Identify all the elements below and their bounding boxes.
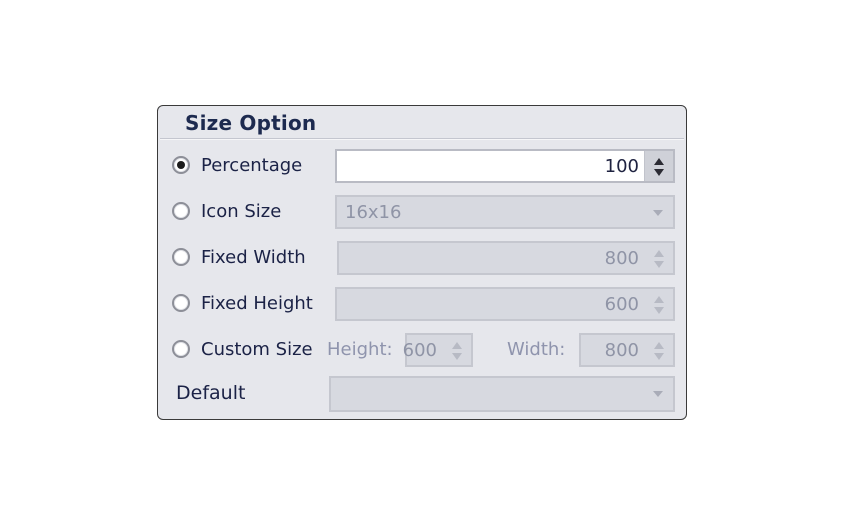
custom-height-spinner[interactable]: 600 [402, 333, 473, 367]
spin-down-icon[interactable] [452, 353, 462, 360]
default-label: Default [176, 382, 246, 404]
fixed-width-spinner[interactable]: 800 [337, 241, 675, 275]
custom-height-label: Height: [327, 339, 393, 360]
fixed-width-spin-buttons[interactable] [645, 243, 673, 273]
size-option-panel: Size Option Percentage 100 Icon Size 16x… [157, 105, 687, 420]
option-row-default: Default [158, 376, 686, 412]
fixed-height-spin-buttons[interactable] [645, 289, 673, 319]
icon-size-label[interactable]: Icon Size [201, 201, 281, 222]
custom-size-label[interactable]: Custom Size [201, 339, 313, 360]
chevron-down-icon[interactable] [653, 391, 663, 397]
option-row-fixed-width: Fixed Width 800 [158, 241, 686, 277]
icon-size-radio[interactable] [172, 202, 190, 220]
panel-title: Size Option [185, 111, 317, 135]
fixed-height-radio[interactable] [172, 294, 190, 312]
percentage-radio[interactable] [172, 156, 190, 174]
default-dropdown[interactable] [329, 376, 675, 412]
chevron-down-icon[interactable] [653, 210, 663, 216]
spin-down-icon[interactable] [654, 307, 664, 314]
fixed-width-radio[interactable] [172, 248, 190, 266]
percentage-spin-buttons[interactable] [644, 151, 673, 181]
percentage-value[interactable]: 100 [605, 156, 639, 177]
spin-up-icon[interactable] [654, 250, 664, 257]
option-row-percentage: Percentage 100 [158, 149, 686, 185]
fixed-height-spinner[interactable]: 600 [335, 287, 675, 321]
fixed-width-label[interactable]: Fixed Width [201, 247, 306, 268]
fixed-height-value: 600 [604, 294, 639, 315]
spin-down-icon[interactable] [654, 353, 664, 360]
icon-size-dropdown[interactable]: 16x16 [335, 195, 675, 229]
spin-up-icon[interactable] [654, 296, 664, 303]
custom-width-value: 800 [604, 340, 639, 361]
spin-up-icon[interactable] [654, 342, 664, 349]
title-divider [160, 138, 684, 140]
custom-size-radio[interactable] [172, 340, 190, 358]
fixed-width-value: 800 [604, 248, 639, 269]
option-row-icon-size: Icon Size 16x16 [158, 195, 686, 231]
spin-up-icon[interactable] [452, 342, 462, 349]
custom-height-value: 600 [402, 340, 437, 361]
spin-down-icon[interactable] [654, 261, 664, 268]
custom-width-spin-buttons[interactable] [645, 335, 673, 365]
custom-width-spinner[interactable]: 800 [579, 333, 675, 367]
spin-down-icon[interactable] [654, 169, 664, 176]
custom-width-label: Width: [507, 339, 566, 360]
custom-height-spin-buttons[interactable] [443, 335, 471, 365]
option-row-fixed-height: Fixed Height 600 [158, 287, 686, 323]
icon-size-value: 16x16 [345, 202, 402, 223]
option-row-custom-size: Custom Size Height: 600 Width: 800 [158, 333, 686, 369]
percentage-spinner[interactable]: 100 [335, 149, 675, 183]
fixed-height-label[interactable]: Fixed Height [201, 293, 313, 314]
percentage-label[interactable]: Percentage [201, 155, 302, 176]
spin-up-icon[interactable] [654, 158, 664, 165]
